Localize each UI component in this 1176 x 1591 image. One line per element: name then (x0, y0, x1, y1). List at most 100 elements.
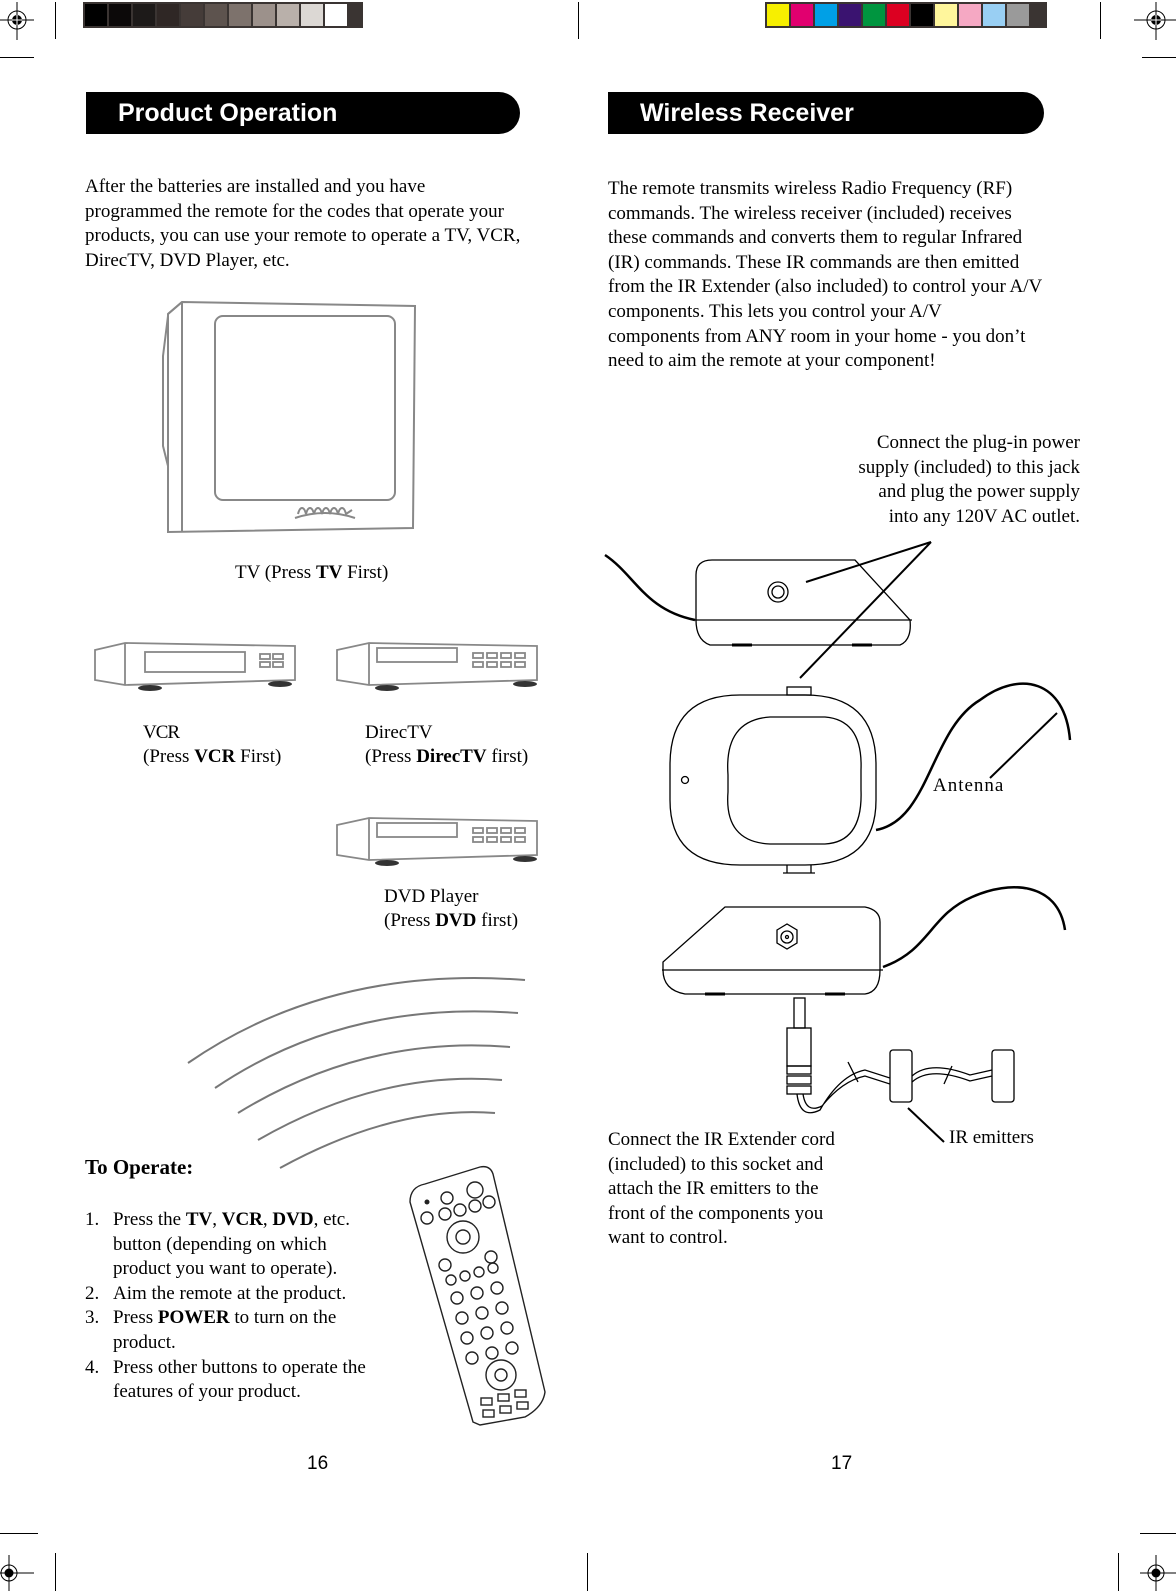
step-text: Press other buttons to operate the featu… (113, 1356, 366, 1403)
directv-caption: DirecTV (Press DirecTV first) (365, 721, 528, 769)
step-number: 3. (85, 1307, 100, 1329)
device-name: DirecTV (365, 722, 433, 743)
text-line: and plug the power supply (878, 481, 1080, 503)
button-name: TV (185, 1209, 213, 1230)
trim-mark (55, 2, 56, 39)
color-swatch (325, 4, 347, 26)
list-item: 3. Press POWER to turn on the product. (85, 1306, 370, 1355)
trim-mark (55, 1553, 56, 1591)
list-item: 2. Aim the remote at the product. (85, 1282, 370, 1307)
dvd-caption: DVD Player (Press DVD first) (384, 885, 518, 933)
wireless-intro-paragraph: The remote transmits wireless Radio Freq… (608, 177, 1078, 374)
color-swatch (205, 4, 227, 26)
color-swatch (229, 4, 251, 26)
color-swatch (157, 4, 179, 26)
list-item: 1. Press the TV, VCR, DVD, etc. button (d… (85, 1208, 370, 1282)
text-line: need to aim the remote at your component… (608, 350, 936, 372)
color-swatch (959, 4, 981, 26)
text-line: supply (included) to this jack (858, 456, 1080, 478)
grayscale-color-bar (83, 2, 363, 28)
power-supply-note: Connect the plug-in power supply (includ… (780, 431, 1080, 529)
text-line: commands. The wireless receiver (include… (608, 202, 1012, 224)
antenna-label: Antenna (933, 775, 1005, 796)
intro-paragraph: After the batteries are installed and yo… (85, 175, 565, 273)
color-swatch (983, 4, 1005, 26)
text-line: DirecTV, DVD Player, etc. (85, 249, 290, 271)
text-line: want to control. (608, 1227, 728, 1249)
color-swatch (767, 4, 789, 26)
color-swatch (911, 4, 933, 26)
step-text: Aim the remote at the product. (113, 1282, 347, 1304)
device-name: DVD Player (384, 886, 479, 907)
text-line: Connect the IR Extender cord (608, 1129, 835, 1150)
text-line: front of the components you (608, 1202, 824, 1224)
page-number-right: 17 (831, 1453, 853, 1474)
vcr-caption: VCR (Press VCR First) (143, 721, 281, 769)
to-operate-heading: To Operate: (85, 1155, 194, 1179)
color-swatch (791, 4, 813, 26)
text-line: into any 120V AC outlet. (888, 505, 1080, 527)
directv-illustration (336, 642, 538, 691)
color-swatch (85, 4, 107, 26)
step-text: , (212, 1209, 222, 1230)
section-header-product-operation: Product Operation (86, 92, 520, 134)
text-line: components from ANY room in your home - … (608, 325, 1026, 347)
device-instruction: (Press DirecTV first) (365, 746, 529, 767)
step-text: , (262, 1209, 273, 1230)
color-swatch (1007, 4, 1029, 26)
step-number: 1. (85, 1209, 100, 1230)
list-item: 4. Press other buttons to operate the fea… (85, 1356, 370, 1405)
device-instruction: (Press DVD first) (384, 910, 519, 931)
ir-extender-note: Connect the IR Extender cord (included) … (608, 1128, 868, 1251)
color-swatch (109, 4, 131, 26)
text-line: Connect the plug-in power (876, 432, 1080, 453)
color-swatch (935, 4, 957, 26)
section-header-wireless-receiver: Wireless Receiver (608, 92, 1044, 134)
trim-mark (1118, 1553, 1119, 1591)
registration-mark-icon (1140, 1555, 1176, 1591)
registration-mark-icon (1134, 2, 1176, 40)
trim-mark (578, 2, 579, 39)
button-name: POWER (157, 1307, 230, 1329)
color-swatch (133, 4, 155, 26)
registration-mark-icon (0, 2, 34, 40)
step-text: Press the (113, 1209, 186, 1230)
trim-mark (1100, 2, 1101, 39)
color-swatch (887, 4, 909, 26)
button-name: VCR (221, 1209, 263, 1230)
dvd-player-illustration (336, 817, 538, 866)
registration-mark-icon (0, 1555, 34, 1591)
text-line: (IR) commands. These IR commands are the… (608, 251, 1020, 273)
text-line: products, you can use your remote to ope… (85, 225, 521, 247)
step-number: 2. (85, 1282, 100, 1304)
trim-mark (0, 57, 34, 58)
process-color-bar (765, 2, 1047, 28)
text-line: from the IR Extender (also included) to … (608, 276, 1043, 298)
color-swatch (301, 4, 323, 26)
device-name: VCR (143, 722, 180, 743)
trim-mark (587, 1553, 588, 1591)
step-text: Press (113, 1307, 158, 1329)
device-instruction: (Press VCR First) (143, 746, 282, 767)
operate-steps-list: 1. Press the TV, VCR, DVD, etc. button (d… (85, 1208, 370, 1405)
remote-control-illustration (409, 1165, 546, 1426)
trim-mark (1140, 1533, 1176, 1534)
page-number-left: 16 (307, 1453, 329, 1474)
text-line: components. This lets you control your A… (608, 300, 942, 322)
color-swatch (253, 4, 275, 26)
text-line: After the batteries are installed and yo… (85, 176, 426, 197)
wireless-receiver-diagram (604, 541, 1072, 1143)
text-line: (included) to this socket and (608, 1153, 824, 1175)
color-swatch (181, 4, 203, 26)
text-line: attach the IR emitters to the (608, 1178, 819, 1200)
step-number: 4. (85, 1356, 100, 1378)
color-swatch (839, 4, 861, 26)
color-swatch (815, 4, 837, 26)
trim-mark (0, 1533, 38, 1534)
tv-illustration (162, 300, 417, 534)
text-line: these commands and converts them to regu… (608, 227, 1023, 249)
button-name: DVD (272, 1209, 314, 1230)
signal-waves-icon (187, 977, 526, 1169)
text-line: programmed the remote for the codes that… (85, 200, 504, 222)
tv-caption: TV (Press TV First) (235, 562, 389, 583)
